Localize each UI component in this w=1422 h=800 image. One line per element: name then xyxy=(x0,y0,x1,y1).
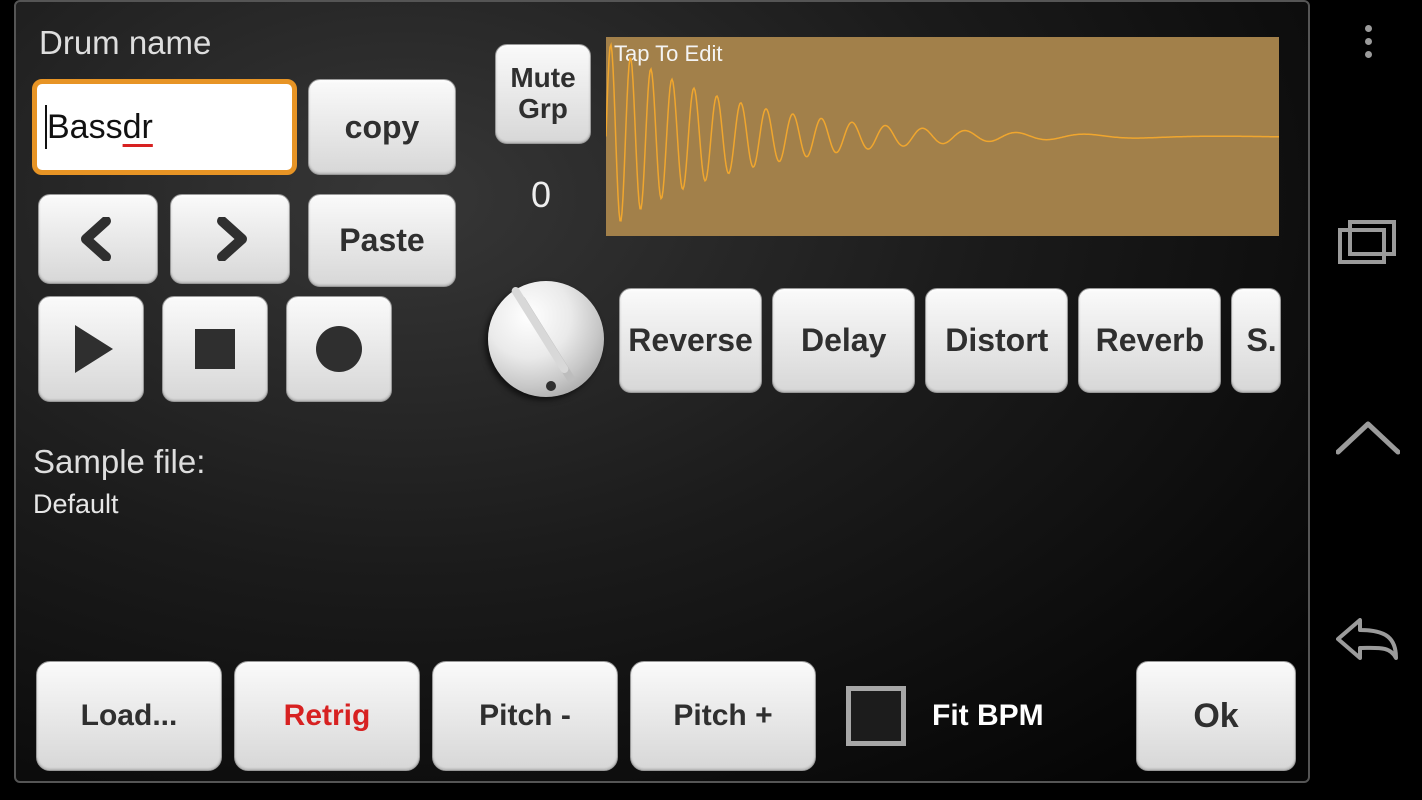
reverb-button[interactable]: Reverb xyxy=(1078,288,1221,393)
copy-button[interactable]: copy xyxy=(308,79,456,175)
fit-bpm-checkbox[interactable] xyxy=(846,686,906,746)
back-button[interactable] xyxy=(1336,618,1400,660)
stop-button[interactable] xyxy=(162,296,268,402)
waveform-panel[interactable]: Tap To Edit xyxy=(606,37,1279,236)
mute-group-button[interactable]: Mute Grp xyxy=(495,44,591,144)
paste-button[interactable]: Paste xyxy=(308,194,456,287)
next-button[interactable] xyxy=(170,194,290,284)
s-button[interactable]: S. xyxy=(1231,288,1281,393)
sample-file-label: Sample file: xyxy=(33,443,205,481)
drum-name-text-plain: Bass xyxy=(47,108,123,147)
delay-button[interactable]: Delay xyxy=(772,288,915,393)
chevron-right-icon xyxy=(208,217,252,261)
record-icon xyxy=(312,322,366,376)
android-system-bar xyxy=(1314,0,1422,800)
effects-row: Reverse Delay Distort Reverb S. xyxy=(619,288,1281,393)
drum-name-text-suggest: dr xyxy=(123,108,153,147)
sample-file-value: Default xyxy=(33,489,119,520)
reverse-button[interactable]: Reverse xyxy=(619,288,762,393)
home-button[interactable] xyxy=(1336,416,1400,456)
app-frame: Drum name Bass dr copy Paste Mute Grp 0 … xyxy=(14,0,1310,783)
distort-button[interactable]: Distort xyxy=(925,288,1068,393)
mute-group-line1: Mute xyxy=(510,63,575,94)
play-button[interactable] xyxy=(38,296,144,402)
bottom-row: Load... Retrig Pitch - Pitch + Fit BPM xyxy=(36,661,1044,771)
mute-group-line2: Grp xyxy=(518,94,568,125)
drum-name-label: Drum name xyxy=(39,24,211,62)
ok-button[interactable]: Ok xyxy=(1136,661,1296,771)
load-button[interactable]: Load... xyxy=(36,661,222,771)
record-button[interactable] xyxy=(286,296,392,402)
drum-name-input[interactable]: Bass dr xyxy=(32,79,297,175)
volume-knob[interactable] xyxy=(488,281,604,397)
pitch-plus-button[interactable]: Pitch + xyxy=(630,661,816,771)
retrig-button[interactable]: Retrig xyxy=(234,661,420,771)
prev-button[interactable] xyxy=(38,194,158,284)
mute-group-value: 0 xyxy=(531,174,551,216)
stop-icon xyxy=(190,324,240,374)
recent-apps-button[interactable] xyxy=(1338,220,1398,266)
pitch-minus-button[interactable]: Pitch - xyxy=(432,661,618,771)
fit-bpm-label: Fit BPM xyxy=(932,699,1044,733)
overflow-menu-icon[interactable] xyxy=(1365,25,1372,58)
knob-indicator xyxy=(546,381,556,391)
play-icon xyxy=(63,321,119,377)
waveform-icon xyxy=(606,37,1279,236)
chevron-left-icon xyxy=(76,217,120,261)
